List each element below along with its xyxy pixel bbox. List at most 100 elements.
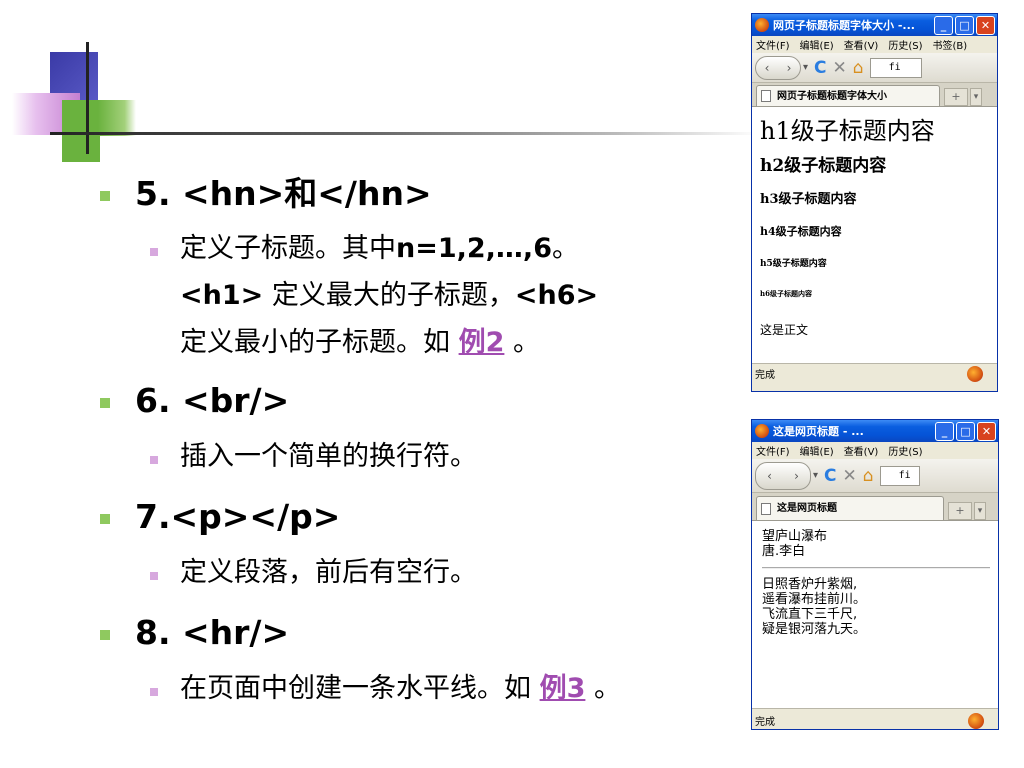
new-tab-button[interactable]: + [948, 502, 972, 520]
deco-vertical-line [86, 42, 89, 154]
tab-label: 这是网页标题 [777, 503, 837, 514]
stop-icon[interactable]: ✕ [833, 56, 847, 80]
menu-bookmarks[interactable]: 书签(B) [933, 37, 968, 52]
tab-active[interactable]: 网页子标题标题字体大小 [756, 85, 940, 106]
reload-icon[interactable]: C [814, 56, 826, 80]
heading-h3: h3级子标题内容 [760, 192, 857, 207]
poem-author: 唐.李白 [762, 544, 806, 559]
bullet-square [100, 398, 110, 408]
firefox-icon [755, 424, 769, 438]
tab-active[interactable]: 这是网页标题 [756, 496, 944, 520]
forward-arrow-icon[interactable]: › [787, 61, 792, 75]
home-icon[interactable]: ⌂ [853, 56, 864, 80]
tab-label: 网页子标题标题字体大小 [777, 90, 887, 102]
menu-file[interactable]: 文件(F) [756, 37, 790, 52]
poem-title: 望庐山瀑布 [762, 529, 828, 544]
close-button[interactable]: ✕ [976, 15, 995, 35]
menu-bar: 文件(F) 编辑(E) 查看(V) 历史(S) [752, 442, 998, 459]
heading-h4: h4级子标题内容 [760, 225, 842, 238]
body-text: 这是正文 [760, 323, 809, 337]
stop-icon[interactable]: ✕ [843, 464, 857, 488]
horizontal-rule [762, 567, 990, 569]
url-field[interactable]: fi [869, 57, 922, 78]
menu-edit[interactable]: 编辑(E) [800, 443, 834, 458]
sub-bullet-square [150, 456, 158, 464]
new-tab-button[interactable]: + [944, 88, 968, 106]
status-text: 完成 [755, 717, 775, 728]
heading-h1: h1级子标题内容 [760, 117, 935, 145]
status-text: 完成 [755, 370, 775, 381]
close-button[interactable]: ✕ [977, 421, 996, 441]
reload-icon[interactable]: C [824, 464, 836, 488]
bullet-square [100, 630, 110, 640]
navigation-toolbar: ‹ › ▾ C ✕ ⌂ fi [752, 53, 997, 83]
tab-list-button[interactable]: ▾ [970, 88, 982, 106]
menu-view[interactable]: 查看(V) [844, 37, 879, 52]
example-3-link[interactable]: 例3 [540, 673, 586, 704]
history-dropdown-icon[interactable]: ▾ [803, 56, 808, 80]
sub-bullet-square [150, 572, 158, 580]
sub-bullet-square [150, 248, 158, 256]
deco-green-fade-square [98, 100, 136, 136]
back-forward-buttons[interactable]: ‹ › [755, 55, 801, 80]
window-titlebar[interactable]: 网页子标题标题字体大小 -... _ □ ✕ [752, 14, 997, 36]
example-2-link[interactable]: 例2 [459, 327, 505, 358]
history-dropdown-icon[interactable]: ▾ [813, 464, 818, 488]
back-arrow-icon[interactable]: ‹ [767, 469, 772, 483]
item-5-line-1: 定义子标题。其中n=1,2,…,6。 [180, 233, 579, 264]
heading-h5: h5级子标题内容 [760, 259, 827, 269]
bullet-square [100, 514, 110, 524]
firefox-icon [755, 18, 769, 32]
menu-history[interactable]: 历史(S) [888, 443, 922, 458]
back-forward-buttons[interactable]: ‹ › [755, 461, 811, 490]
poem-line: 遥看瀑布挂前川。 [762, 592, 867, 607]
browser-window-headings: 网页子标题标题字体大小 -... _ □ ✕ 文件(F) 编辑(E) 查看(V)… [751, 13, 998, 392]
menu-bar: 文件(F) 编辑(E) 查看(V) 历史(S) 书签(B) [752, 36, 997, 53]
window-title: 这是网页标题 - ... [773, 425, 864, 438]
page-content: 望庐山瀑布 唐.李白 日照香炉升紫烟, 遥看瀑布挂前川。 飞流直下三千尺, 疑是… [752, 521, 998, 708]
item-6-line-1: 插入一个简单的换行符。 [180, 441, 477, 472]
item-6-title: 6. <br/> [135, 381, 290, 420]
poem-line: 飞流直下三千尺, [762, 607, 858, 622]
item-5-line-2: <h1> 定义最大的子标题，<h6> [180, 280, 599, 311]
minimize-button[interactable]: _ [934, 15, 953, 35]
browser-window-poem: 这是网页标题 - ... _ □ ✕ 文件(F) 编辑(E) 查看(V) 历史(… [751, 419, 999, 730]
navigation-toolbar: ‹ › ▾ C ✕ ⌂ fi [752, 459, 998, 493]
menu-file[interactable]: 文件(F) [756, 443, 790, 458]
menu-history[interactable]: 历史(S) [888, 37, 922, 52]
firefox-status-icon [968, 712, 984, 729]
item-5-line-3: 定义最小的子标题。如 例2 。 [180, 327, 540, 358]
menu-edit[interactable]: 编辑(E) [800, 37, 834, 52]
tab-list-button[interactable]: ▾ [974, 502, 986, 520]
menu-view[interactable]: 查看(V) [844, 443, 879, 458]
window-title: 网页子标题标题字体大小 -... [773, 19, 915, 32]
page-icon [761, 90, 771, 102]
maximize-button[interactable]: □ [956, 421, 975, 441]
back-arrow-icon[interactable]: ‹ [765, 61, 770, 75]
forward-arrow-icon[interactable]: › [794, 469, 799, 483]
heading-h6: h6级子标题内容 [760, 289, 812, 298]
minimize-button[interactable]: _ [935, 421, 954, 441]
status-bar: 完成 [752, 708, 998, 729]
url-field[interactable]: fi [879, 465, 920, 486]
sub-bullet-square [150, 688, 158, 696]
maximize-button[interactable]: □ [955, 15, 974, 35]
poem-line: 日照香炉升紫烟, [762, 577, 858, 592]
tab-strip: 这是网页标题 + ▾ [752, 493, 998, 521]
item-7-line-1: 定义段落，前后有空行。 [180, 557, 477, 588]
deco-green-square [62, 100, 100, 162]
heading-h2: h2级子标题内容 [760, 156, 887, 176]
item-7-title: 7.<p></p> [135, 497, 341, 536]
item-8-line-1: 在页面中创建一条水平线。如 例3 。 [180, 673, 621, 704]
poem-line: 疑是银河落九天。 [762, 622, 867, 637]
window-titlebar[interactable]: 这是网页标题 - ... _ □ ✕ [752, 420, 998, 442]
page-icon [761, 502, 771, 515]
firefox-status-icon [967, 365, 983, 382]
home-icon[interactable]: ⌂ [863, 464, 874, 488]
item-8-title: 8. <hr/> [135, 613, 290, 652]
bullet-square [100, 191, 110, 201]
tab-strip: 网页子标题标题字体大小 + ▾ [752, 83, 997, 107]
item-5-title: 5. <hn>和</hn> [135, 174, 432, 213]
status-bar: 完成 [752, 363, 997, 383]
deco-horizontal-rule [50, 132, 760, 135]
